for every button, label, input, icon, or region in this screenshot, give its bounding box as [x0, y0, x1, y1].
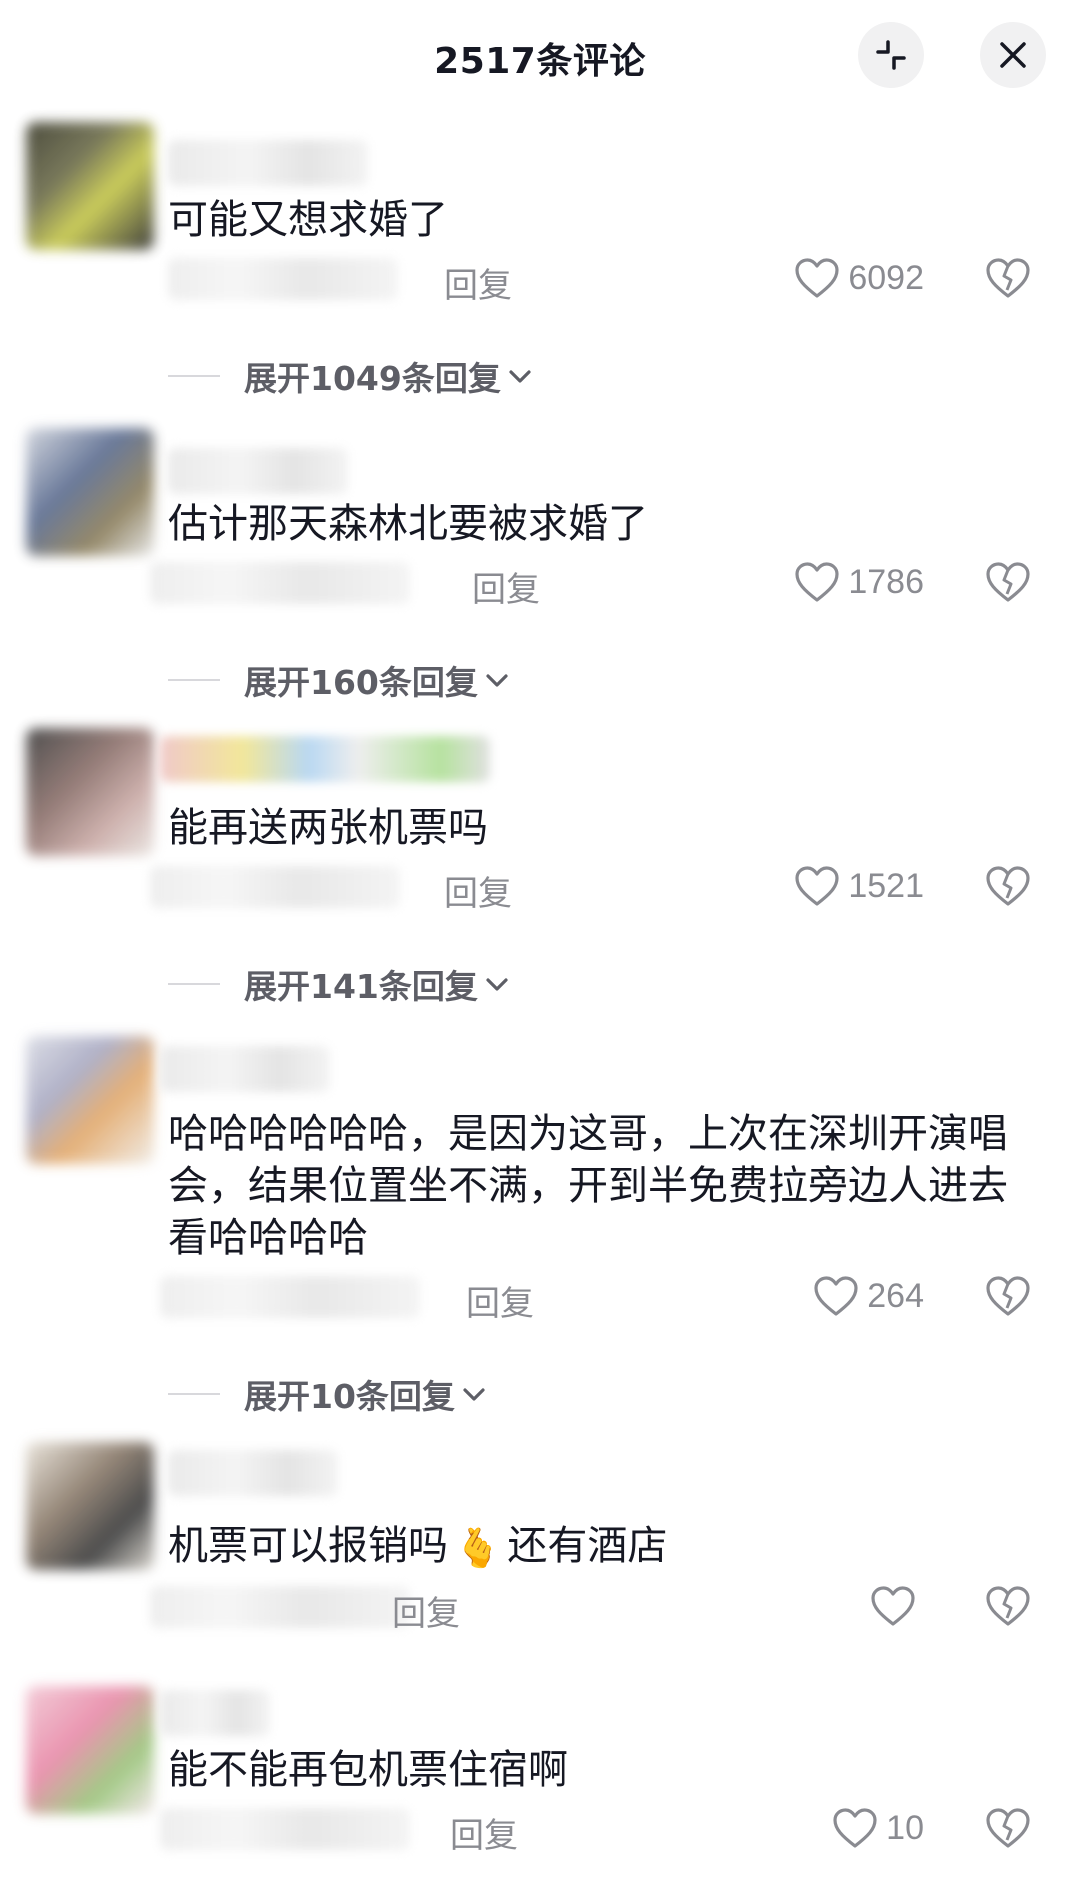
divider-line — [168, 983, 220, 985]
like-count: 10 — [886, 1808, 924, 1847]
like-count: 6092 — [848, 258, 924, 297]
reply-button[interactable]: 回复 — [472, 562, 540, 611]
comment-text: 哈哈哈哈哈哈，是因为这哥，上次在深圳开演唱会，结果位置坐不满，开到半免费拉旁边人… — [168, 1111, 1008, 1261]
expand-replies-label: 展开10条回复 — [244, 1377, 455, 1416]
close-button[interactable] — [980, 22, 1046, 88]
finger-heart-emoji: 🫰 — [454, 1526, 502, 1570]
username[interactable] — [160, 1690, 270, 1736]
like-button[interactable]: 10 — [832, 1807, 924, 1849]
avatar[interactable] — [26, 1036, 154, 1164]
like-button[interactable]: 1521 — [794, 865, 924, 907]
collapse-button[interactable] — [858, 22, 924, 88]
comment-text: 机票可以报销吗 🫰 还有酒店 — [168, 1520, 1018, 1574]
avatar[interactable] — [26, 728, 154, 856]
reply-button[interactable]: 回复 — [392, 1586, 460, 1635]
expand-replies-button[interactable]: 展开1049条回复 — [168, 352, 535, 400]
like-count: 1786 — [848, 562, 924, 601]
heart-icon — [814, 1276, 858, 1316]
collapse-icon — [876, 40, 906, 70]
avatar[interactable] — [26, 1442, 154, 1570]
comment-timestamp — [168, 258, 398, 300]
broken-heart-icon — [986, 1586, 1030, 1626]
username[interactable] — [160, 736, 490, 782]
broken-heart-icon — [986, 866, 1030, 906]
divider-line — [168, 679, 220, 681]
like-count: 1521 — [848, 866, 924, 905]
like-count: 264 — [867, 1276, 924, 1315]
heart-icon — [795, 258, 839, 298]
username[interactable] — [160, 1046, 330, 1092]
dislike-button[interactable] — [985, 1585, 1031, 1631]
expand-replies-label: 展开141条回复 — [244, 967, 478, 1006]
chevron-down-icon — [486, 978, 508, 991]
expand-replies-label: 展开1049条回复 — [244, 359, 501, 398]
divider-line — [168, 1393, 220, 1395]
expand-replies-button[interactable]: 展开141条回复 — [168, 960, 512, 1008]
comment-text-part: 还有酒店 — [507, 1523, 668, 1569]
comment-timestamp — [160, 1276, 420, 1318]
broken-heart-icon — [986, 1808, 1030, 1848]
avatar[interactable] — [26, 122, 154, 250]
chevron-down-icon — [509, 370, 531, 383]
broken-heart-icon — [986, 258, 1030, 298]
username[interactable] — [168, 140, 368, 186]
like-button[interactable] — [870, 1585, 924, 1627]
comment-timestamp — [150, 866, 400, 908]
chevron-down-icon — [486, 674, 508, 687]
comment-text: 可能又想求婚了 — [168, 197, 448, 243]
broken-heart-icon — [986, 1276, 1030, 1316]
broken-heart-icon — [986, 562, 1030, 602]
heart-icon — [833, 1808, 877, 1848]
comment-text: 估计那天森林北要被求婚了 — [168, 501, 648, 547]
avatar[interactable] — [26, 1686, 154, 1814]
expand-replies-label: 展开160条回复 — [244, 663, 478, 702]
comments-header: 2517条评论 — [0, 0, 1080, 112]
close-icon — [1000, 42, 1026, 68]
like-button[interactable]: 264 — [813, 1275, 924, 1317]
comment-text: 能再送两张机票吗 — [168, 805, 488, 851]
dislike-button[interactable] — [985, 1275, 1031, 1321]
username[interactable] — [168, 448, 348, 494]
reply-button[interactable]: 回复 — [444, 258, 512, 307]
divider-line — [168, 375, 220, 377]
comment-text: 能不能再包机票住宿啊 — [168, 1747, 568, 1793]
expand-replies-button[interactable]: 展开160条回复 — [168, 656, 512, 704]
like-button[interactable]: 6092 — [794, 257, 924, 299]
comment-timestamp — [160, 1808, 410, 1850]
chevron-down-icon — [463, 1388, 485, 1401]
expand-replies-button[interactable]: 展开10条回复 — [168, 1370, 489, 1418]
comment-timestamp — [150, 562, 410, 604]
dislike-button[interactable] — [985, 1807, 1031, 1853]
reply-button[interactable]: 回复 — [466, 1276, 534, 1325]
reply-button[interactable]: 回复 — [450, 1808, 518, 1857]
avatar[interactable] — [26, 428, 154, 556]
like-button[interactable]: 1786 — [794, 561, 924, 603]
heart-icon — [795, 866, 839, 906]
heart-icon — [871, 1586, 915, 1626]
comment-text-part: 机票可以报销吗 — [168, 1523, 448, 1569]
heart-icon — [795, 562, 839, 602]
dislike-button[interactable] — [985, 257, 1031, 303]
dislike-button[interactable] — [985, 561, 1031, 607]
reply-button[interactable]: 回复 — [444, 866, 512, 915]
dislike-button[interactable] — [985, 865, 1031, 911]
comment-timestamp — [150, 1586, 410, 1628]
username[interactable] — [168, 1450, 338, 1496]
